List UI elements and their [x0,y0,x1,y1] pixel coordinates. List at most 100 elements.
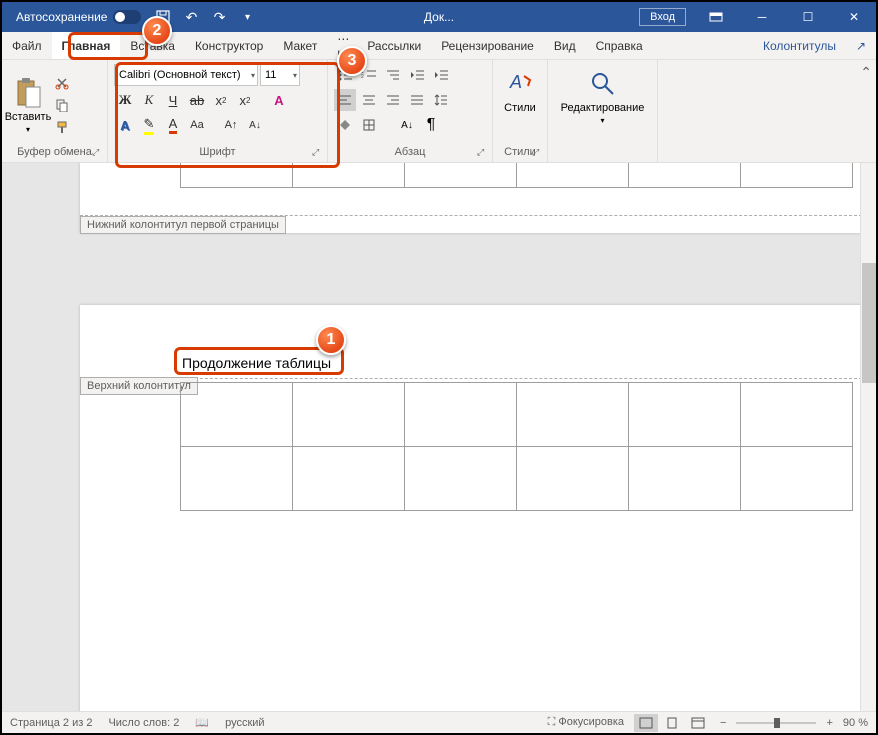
strikethrough-button[interactable]: ab [186,89,208,111]
copy-button[interactable] [52,95,72,115]
line-spacing-button[interactable] [430,89,452,111]
qat-more-icon[interactable]: ▾ [235,5,259,29]
page-indicator[interactable]: Страница 2 из 2 [10,717,92,729]
font-label: Шрифт [114,146,321,160]
paste-button[interactable]: Вставить ▾ [8,64,48,146]
svg-text:A: A [509,72,522,92]
show-marks-button[interactable]: ¶ [420,114,442,136]
change-case-button[interactable]: Aa [186,114,208,136]
justify-button[interactable] [406,89,428,111]
word-count[interactable]: Число слов: 2 [108,717,179,729]
group-editing: Редактирование ▾ [548,60,658,162]
paragraph-label: Абзац [334,146,486,160]
ribbon-tabs: Файл Главная Вставка Конструктор Макет ⋯… [2,32,876,60]
chevron-down-icon: ▾ [251,71,255,80]
tab-mailings[interactable]: Рассылки [357,32,431,59]
title-bar: Автосохранение ↶ ↷ ▾ Док... Вход ─ ☐ ✕ [2,2,876,32]
underline-button[interactable]: Ч [162,89,184,111]
text-fill-button[interactable]: A [114,114,136,136]
paragraph-launcher[interactable]: ⤢ [477,147,489,159]
minimize-button[interactable]: ─ [740,2,784,32]
find-icon [587,68,619,100]
tab-view[interactable]: Вид [544,32,586,59]
superscript-button[interactable]: x2 [234,89,256,111]
zoom-level[interactable]: 90 % [843,717,868,729]
callout-1: 1 [316,325,346,355]
ribbon: Вставить ▾ Буфер обмена ⤢ Calibri (Основ… [2,60,876,163]
format-painter-button[interactable] [52,117,72,137]
sort-button[interactable]: A↓ [396,114,418,136]
grow-font-button[interactable]: A↑ [220,114,242,136]
tab-header-footer[interactable]: Колонтитулы [753,32,846,59]
font-size-combo[interactable]: 11▾ [260,64,300,86]
borders-button[interactable] [358,114,380,136]
group-font: Calibri (Основной текст)▾ 11▾ Ж К Ч ab x… [108,60,328,162]
increase-indent-button[interactable] [430,64,452,86]
undo-icon[interactable]: ↶ [179,5,203,29]
shrink-font-button[interactable]: A↓ [244,114,266,136]
tab-file[interactable]: Файл [2,32,52,59]
document-title: Док... [424,10,454,24]
scroll-thumb[interactable] [862,263,876,383]
tab-design[interactable]: Конструктор [185,32,273,59]
text-effects-button[interactable]: A [268,89,290,111]
italic-button[interactable]: К [138,89,160,111]
tab-help[interactable]: Справка [586,32,653,59]
clipboard-launcher[interactable]: ⤢ [92,147,104,159]
font-name-combo[interactable]: Calibri (Основной текст)▾ [114,64,258,86]
focus-mode[interactable]: ⛶ Фокусировка [548,716,624,729]
callout-3: 3 [337,46,367,76]
maximize-button[interactable]: ☐ [786,2,830,32]
styles-icon: A [504,68,536,100]
zoom-out-button[interactable]: − [720,717,726,729]
zoom-in-button[interactable]: + [826,717,832,729]
decrease-indent-button[interactable] [406,64,428,86]
group-clipboard: Вставить ▾ Буфер обмена ⤢ [2,60,108,162]
web-layout-button[interactable] [686,714,710,732]
autosave-toggle[interactable]: Автосохранение [16,10,141,24]
cut-button[interactable] [52,73,72,93]
styles-button[interactable]: A Стили [499,64,541,114]
align-right-button[interactable] [382,89,404,111]
close-button[interactable]: ✕ [832,2,876,32]
login-button[interactable]: Вход [639,8,686,26]
toggle-switch[interactable] [113,10,141,24]
share-button[interactable]: ↗ [846,32,876,59]
read-mode-button[interactable] [634,714,658,732]
align-center-button[interactable] [358,89,380,111]
tab-layout[interactable]: Макет [273,32,327,59]
editing-button[interactable]: Редактирование ▾ [554,64,651,125]
paste-label: Вставить [5,111,52,123]
zoom-slider[interactable] [736,722,816,724]
spell-check-icon[interactable]: 📖 [195,716,209,729]
redo-icon[interactable]: ↷ [207,5,231,29]
font-launcher[interactable]: ⤢ [312,147,324,159]
tab-home[interactable]: Главная [52,32,121,59]
subscript-button[interactable]: x2 [210,89,232,111]
footer-tag[interactable]: Нижний колонтитул первой страницы [80,216,286,234]
document-area[interactable]: Нижний колонтитул первой страницы Продол… [2,163,860,711]
highlight-button[interactable]: ✎ [138,114,160,136]
multilevel-button[interactable] [382,64,404,86]
vertical-scrollbar[interactable] [860,163,876,711]
callout-2: 2 [142,16,172,46]
continuation-text[interactable]: Продолжение таблицы [182,355,331,371]
collapse-ribbon-button[interactable]: ⌃ [860,64,872,81]
chevron-down-icon: ▾ [293,71,297,80]
autosave-label: Автосохранение [16,10,107,24]
font-color-button[interactable]: A [162,114,184,136]
group-styles: A Стили Стили ⤢ [493,60,548,162]
bold-button[interactable]: Ж [114,89,136,111]
page-1: Нижний колонтитул первой страницы [80,163,860,233]
print-layout-button[interactable] [660,714,684,732]
page-2: Продолжение таблицы 1 Верхний колонтитул [80,305,860,711]
paste-icon [14,77,42,109]
table-page1 [180,163,853,188]
align-left-button[interactable] [334,89,356,111]
table-page2[interactable] [180,382,853,511]
tab-review[interactable]: Рецензирование [431,32,544,59]
ribbon-options-icon[interactable] [694,2,738,32]
language-indicator[interactable]: русский [225,717,264,729]
styles-launcher[interactable]: ⤢ [532,147,544,159]
shading-button[interactable] [334,114,356,136]
